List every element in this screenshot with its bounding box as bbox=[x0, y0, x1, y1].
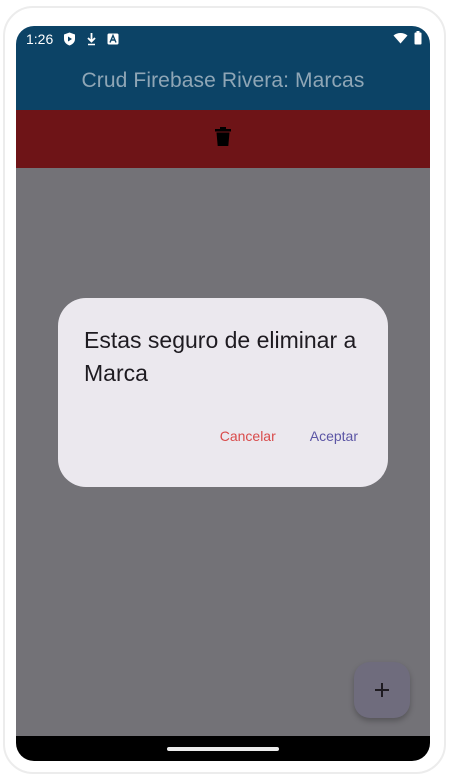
shield-play-icon bbox=[63, 32, 76, 46]
dialog-actions: Cancelar Aceptar bbox=[220, 428, 358, 444]
a-badge-icon bbox=[107, 33, 119, 45]
navigation-bar bbox=[16, 736, 430, 761]
app-title: Crud Firebase Rivera: Marcas bbox=[81, 69, 365, 92]
status-time: 1:26 bbox=[26, 31, 54, 47]
wifi-icon bbox=[393, 31, 408, 47]
cancel-button[interactable]: Cancelar bbox=[220, 428, 276, 444]
delete-bar bbox=[16, 110, 430, 168]
status-bar: 1:26 bbox=[16, 26, 430, 52]
status-right-group bbox=[393, 30, 422, 48]
accept-button[interactable]: Aceptar bbox=[310, 428, 358, 444]
add-button[interactable] bbox=[354, 662, 410, 718]
confirm-delete-dialog: Estas seguro de eliminar a Marca Cancela… bbox=[58, 298, 388, 487]
trash-icon[interactable] bbox=[215, 127, 231, 151]
app-bar: Crud Firebase Rivera: Marcas bbox=[16, 52, 430, 110]
plus-icon bbox=[375, 683, 389, 697]
battery-icon bbox=[414, 30, 422, 48]
download-icon bbox=[86, 32, 97, 46]
home-gesture-handle[interactable] bbox=[167, 746, 279, 751]
phone-screen: 1:26 Crud Firebase Rivera: Marcas Estas … bbox=[16, 26, 430, 761]
dialog-title: Estas seguro de eliminar a Marca bbox=[84, 327, 357, 386]
